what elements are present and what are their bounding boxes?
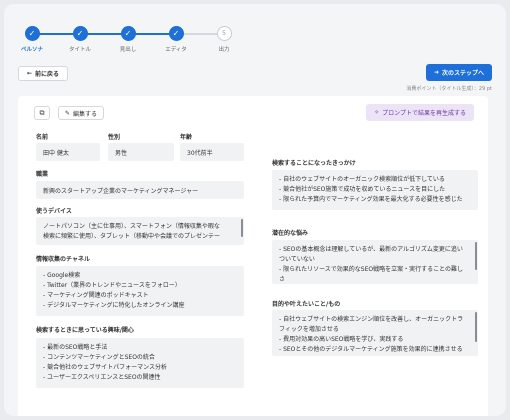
next-button-label: 次のステップへ xyxy=(441,70,484,77)
interests-line: - 最新のSEO戦略と手法 xyxy=(43,344,108,351)
problems-line: ついていない xyxy=(279,256,315,263)
problems-label: 潜在的な悩み xyxy=(272,230,309,237)
step-output[interactable]: 5 出力 xyxy=(204,26,244,53)
progress-stepper: ✓ ペルソナ ✓ タイトル ✓ 見出し ✓ エディタ 5 出力 xyxy=(18,26,238,56)
job-label: 職業 xyxy=(36,171,49,178)
step-number: 5 xyxy=(216,26,232,41)
app-window: ✓ ペルソナ ✓ タイトル ✓ 見出し ✓ エディタ 5 出力 ← 前に戻る ➜… xyxy=(4,4,506,416)
copy-button[interactable]: ⧉ xyxy=(34,106,50,120)
goals-textarea[interactable]: - 自社ウェブサイトの検索エンジン順位を改善し、オーガニックトラ フィックを増加… xyxy=(272,310,478,356)
step-label: 見出し xyxy=(119,47,137,53)
gender-label: 性別 xyxy=(108,134,121,141)
step-label: ペルソナ xyxy=(20,47,43,53)
regenerate-button-label: プロンプトで結果を再生成する xyxy=(382,110,466,117)
check-icon: ✓ xyxy=(72,26,88,41)
edit-button-label: 編集する xyxy=(73,110,98,118)
scrollbar[interactable] xyxy=(475,312,477,342)
regenerate-button[interactable]: ✧ プロンプトで結果を再生成する xyxy=(366,104,474,121)
name-label: 名前 xyxy=(36,134,49,141)
step-label: エディタ xyxy=(165,47,187,53)
channels-line: - デジタルマーケティングに特化したオンライン講座 xyxy=(43,302,185,309)
trigger-line: - 自社のウェブサイトのオーガニック検索順位が低下している xyxy=(279,176,445,183)
goals-line: - 費用対効果の高いSEO戦略を学び、実践する xyxy=(279,336,404,343)
devices-line: 検索に頻繁に使用）、タブレット（移動中や会議でのプレゼンテー xyxy=(43,233,221,240)
step-persona[interactable]: ✓ ペルソナ xyxy=(12,26,52,53)
goals-line: - SEOとその他のデジタルマーケティング施策を効果的に連携させる xyxy=(279,346,463,353)
interests-line: - 競合他社のウェブサイトパフォーマンス分析 xyxy=(43,364,167,371)
channels-line: - マーケティング関連のポッドキャスト xyxy=(43,292,149,299)
interests-textarea[interactable]: - 最新のSEO戦略と手法 - コンテンツマーケティングとSEOの統合 - 競合… xyxy=(36,338,244,388)
devices-label: 使うデバイス xyxy=(36,208,72,215)
channels-line: - Google検索 xyxy=(43,272,81,279)
persona-card: ⧉ ✎ 編集する ✧ プロンプトで結果を再生成する 名前 田中 健太 性別 男性… xyxy=(18,96,488,416)
goals-label: 目的や叶えたいこと/もの xyxy=(272,301,341,308)
devices-line: ノートパソコン（主に仕事用）、スマートフォン（情報収集や暇な xyxy=(43,223,220,230)
trigger-line: - 限られた予算内でマーケティング効果を最大化する必要性を感じた xyxy=(279,196,463,203)
devices-textarea[interactable]: ノートパソコン（主に仕事用）、スマートフォン（情報収集や暇な 検索に頻繁に使用）… xyxy=(36,217,244,245)
goals-line: - 自社ウェブサイトの検索エンジン順位を改善し、オーガニックトラ xyxy=(279,316,464,323)
step-headings[interactable]: ✓ 見出し xyxy=(108,26,148,53)
trigger-line: - 競合他社がSEO施策で成功を収めているニュースを目にした xyxy=(279,186,446,193)
back-button[interactable]: ← 前に戻る xyxy=(18,66,69,81)
channels-label: 情報収集のチャネル xyxy=(36,256,90,263)
problems-textarea[interactable]: - SEOの基本概念は理解しているが、最新のアルゴリズム変更に追い ついていない… xyxy=(272,240,478,284)
step-editor[interactable]: ✓ エディタ xyxy=(156,26,196,53)
scrollbar[interactable] xyxy=(241,219,243,237)
job-value: 新興のスタートアップ企業のマーケティングマネージャー xyxy=(36,181,244,199)
check-icon: ✓ xyxy=(24,26,40,41)
gender-value: 男性 xyxy=(108,143,174,161)
back-button-label: 前に戻る xyxy=(35,71,60,78)
next-step-button[interactable]: ➜ 次のステップへ xyxy=(425,64,492,81)
channels-textarea[interactable]: - Google検索 - Twitter（業界のトレンドやニュースをフォロー） … xyxy=(36,266,244,316)
problems-line: さ xyxy=(279,276,286,283)
arrow-left-icon: ← xyxy=(27,70,33,77)
channels-line: - Twitter（業界のトレンドやニュースをフォロー） xyxy=(43,282,181,289)
interests-line: - ユーザーエクスペリエンスとSEOの関連性 xyxy=(43,374,161,381)
step-title[interactable]: ✓ タイトル xyxy=(60,26,100,53)
problems-line: - 限られたリソースで効果的なSEO戦略を立案・実行することの難し xyxy=(279,266,464,273)
scrollbar[interactable] xyxy=(475,242,477,270)
magic-wand-icon: ✧ xyxy=(374,109,380,116)
name-value: 田中 健太 xyxy=(36,143,100,161)
trigger-label: 検索することになったきっかけ xyxy=(272,160,356,167)
arrow-right-icon: ➜ xyxy=(433,69,439,76)
trigger-textarea[interactable]: - 自社のウェブサイトのオーガニック検索順位が低下している - 競合他社がSEO… xyxy=(272,170,478,210)
check-icon: ✓ xyxy=(168,26,184,41)
interests-line: - コンテンツマーケティングとSEOの統合 xyxy=(43,354,155,361)
interests-label: 検索するときに思っている興味/関心 xyxy=(36,327,134,334)
step-label: 出力 xyxy=(218,47,230,53)
edit-icon: ✎ xyxy=(65,109,71,117)
problems-line: - SEOの基本概念は理解しているが、最新のアルゴリズム変更に追い xyxy=(279,246,463,253)
copy-icon: ⧉ xyxy=(39,108,45,117)
check-icon: ✓ xyxy=(120,26,136,41)
edit-button[interactable]: ✎ 編集する xyxy=(58,106,105,120)
age-value: 30代前半 xyxy=(180,143,244,161)
age-label: 年齢 xyxy=(180,134,193,141)
step-label: タイトル xyxy=(68,47,91,53)
goals-line: フィックを増加させる xyxy=(279,326,339,333)
points-consumption: 消費ポイント（タイトル生成）：29 pt xyxy=(406,86,492,92)
